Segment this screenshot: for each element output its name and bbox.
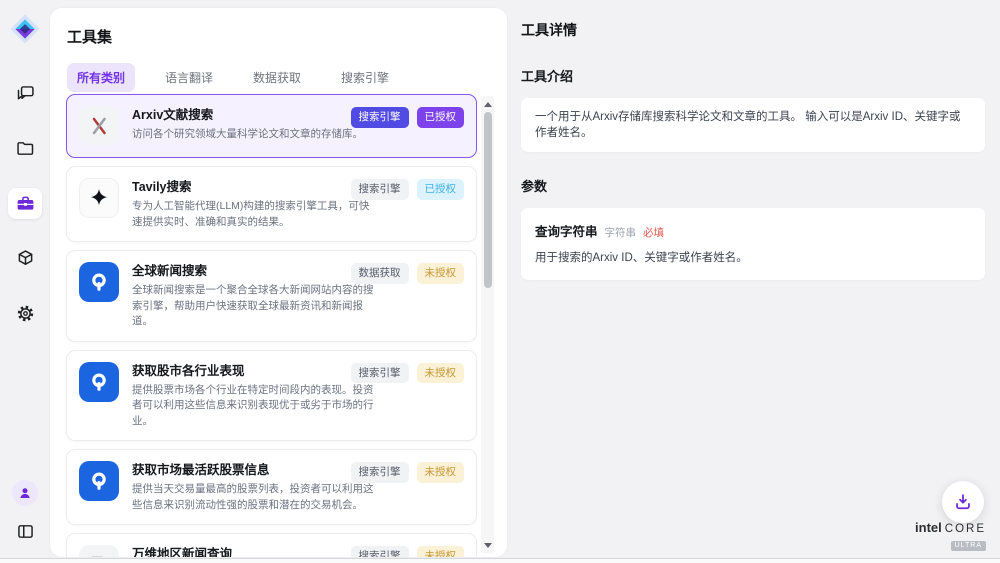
tool-description: 访问各个研究领域大量科学论文和文章的存储库。 xyxy=(132,127,363,143)
core-word: CORE xyxy=(945,524,986,536)
tools-panel: 工具集 所有类别 语言翻译 数据获取 搜索引擎 Arxiv文献搜索 访问各个研究… xyxy=(50,8,507,557)
tool-name: 获取市场最活跃股票信息 xyxy=(132,462,378,479)
tab-search-engine[interactable]: 搜索引擎 xyxy=(331,63,399,92)
folder-icon xyxy=(15,138,36,159)
tab-data-acquisition[interactable]: 数据获取 xyxy=(243,63,311,92)
parameter-header: 查询字符串 字符串 必填 xyxy=(535,221,971,240)
tool-card-tavily[interactable]: Tavily搜索 专为人工智能代理(LLM)构建的搜索引擎工具，可快速提供实时、… xyxy=(66,166,477,242)
details-title: 工具详情 xyxy=(521,20,985,40)
tool-text: 全球新闻搜索 全球新闻搜索是一个聚合全球各大新闻网站内容的搜索引擎，帮助用户快速… xyxy=(132,262,378,330)
person-icon xyxy=(17,485,33,501)
intel-core-logo: intel CORE ULTRA xyxy=(915,521,986,552)
tool-name: Arxiv文献搜索 xyxy=(132,107,363,124)
tool-description: 提供当天交易量最高的股票列表，投资者可以利用这些信息来识别流动性强的股票和潜在的… xyxy=(132,482,378,513)
parameter-name: 查询字符串 xyxy=(535,221,598,240)
tab-language-translation[interactable]: 语言翻译 xyxy=(155,63,223,92)
category-badge: 搜索引擎 xyxy=(351,546,409,557)
category-badge: 搜索引擎 xyxy=(351,462,409,483)
parameter-card: 查询字符串 字符串 必填 用于搜索的Arxiv ID、关键字或作者姓名。 xyxy=(521,208,985,280)
tool-badges: 搜索引擎 未授权 xyxy=(351,462,465,483)
tool-text: 获取市场最活跃股票信息 提供当天交易量最高的股票列表，投资者可以利用这些信息来识… xyxy=(132,461,378,513)
window-bottom-strip xyxy=(0,559,1000,563)
ultra-badge: ULTRA xyxy=(951,541,986,551)
tool-description: 提供股票市场各个行业在特定时间段内的表现。投资者可以利用这些信息来识别表现优于或… xyxy=(132,383,378,430)
tool-name: Tavily搜索 xyxy=(132,179,378,196)
tool-badges: 搜索引擎 未授权 xyxy=(351,546,465,557)
auth-status-badge: 未授权 xyxy=(417,462,465,483)
intro-heading: 工具介绍 xyxy=(521,66,985,85)
left-rail xyxy=(0,0,50,563)
tool-text: 万维地区新闻查询 查询具体行政区划内的新闻，快速了解各地新闻动态。 xyxy=(132,545,378,557)
chat-icon xyxy=(15,83,36,104)
toolbox-icon xyxy=(15,193,36,214)
tool-text: Tavily搜索 专为人工智能代理(LLM)构建的搜索引擎工具，可快速提供实时、… xyxy=(132,178,378,230)
tool-badges: 搜索引擎 已授权 xyxy=(351,179,465,200)
auth-status-badge: 未授权 xyxy=(417,546,465,557)
tool-badges: 数据获取 未授权 xyxy=(351,263,465,284)
rail-nav xyxy=(0,78,50,329)
tool-card-active-stocks[interactable]: 获取市场最活跃股票信息 提供当天交易量最高的股票列表，投资者可以利用这些信息来识… xyxy=(66,449,477,525)
tab-all-categories[interactable]: 所有类别 xyxy=(67,63,135,92)
files-nav-button[interactable] xyxy=(8,133,42,164)
category-tabs: 所有类别 语言翻译 数据获取 搜索引擎 xyxy=(67,63,399,92)
tool-text: 获取股市各行业表现 提供股票市场各个行业在特定时间段内的表现。投资者可以利用这些… xyxy=(132,362,378,430)
download-button[interactable] xyxy=(942,481,984,523)
tool-badges: 搜索引擎 已授权 xyxy=(351,107,465,128)
intel-word: intel xyxy=(915,521,942,534)
intro-box: 一个用于从Arxiv存储库搜索科学论文和文章的工具。 输入可以是Arxiv ID… xyxy=(521,98,985,152)
rail-bottom xyxy=(0,480,50,547)
auth-status-badge: 未授权 xyxy=(417,263,465,284)
tool-name: 万维地区新闻查询 xyxy=(132,546,378,557)
download-icon xyxy=(952,491,974,513)
q-logo-icon xyxy=(79,362,119,402)
tool-card-arxiv[interactable]: Arxiv文献搜索 访问各个研究领域大量科学论文和文章的存储库。 搜索引擎 已授… xyxy=(66,94,477,158)
category-badge: 搜索引擎 xyxy=(351,363,409,384)
scroll-down-arrow-icon[interactable] xyxy=(481,539,494,551)
layout-panel-icon xyxy=(15,521,36,542)
category-badge: 搜索引擎 xyxy=(351,107,409,128)
tool-card-regional-news[interactable]: 万维地区新闻查询 查询具体行政区划内的新闻，快速了解各地新闻动态。 搜索引擎 未… xyxy=(66,533,477,557)
gear-icon xyxy=(15,303,36,324)
tool-text: Arxiv文献搜索 访问各个研究领域大量科学论文和文章的存储库。 xyxy=(132,106,363,146)
tools-nav-button[interactable] xyxy=(8,188,42,219)
category-badge: 数据获取 xyxy=(351,263,409,284)
scroll-up-arrow-icon[interactable] xyxy=(481,98,494,110)
sparkle-icon xyxy=(79,178,119,218)
diamond-logo-icon xyxy=(10,14,40,44)
account-button[interactable] xyxy=(12,480,38,506)
tool-description: 全球新闻搜索是一个聚合全球各大新闻网站内容的搜索引擎，帮助用户快速获取全球最新资… xyxy=(132,283,378,330)
parameter-type: 字符串 xyxy=(605,225,637,240)
q-logo-icon xyxy=(79,262,119,302)
settings-nav-button[interactable] xyxy=(8,298,42,329)
tool-details-panel: 工具详情 工具介绍 一个用于从Arxiv存储库搜索科学论文和文章的工具。 输入可… xyxy=(507,0,1000,563)
auth-status-badge: 已授权 xyxy=(417,107,465,128)
params-heading: 参数 xyxy=(521,176,985,195)
tool-description: 专为人工智能代理(LLM)构建的搜索引擎工具，可快速提供实时、准确和真实的结果。 xyxy=(132,199,378,230)
tool-list: Arxiv文献搜索 访问各个研究领域大量科学论文和文章的存储库。 搜索引擎 已授… xyxy=(66,94,477,557)
app-logo[interactable] xyxy=(10,14,40,44)
page-title: 工具集 xyxy=(67,26,112,47)
tool-name: 获取股市各行业表现 xyxy=(132,363,378,380)
arxiv-icon xyxy=(79,106,119,146)
cube-icon xyxy=(15,248,36,269)
parameter-description: 用于搜索的Arxiv ID、关键字或作者姓名。 xyxy=(535,249,971,265)
tool-card-global-news[interactable]: 全球新闻搜索 全球新闻搜索是一个聚合全球各大新闻网站内容的搜索引擎，帮助用户快速… xyxy=(66,250,477,342)
panel-toggle-button[interactable] xyxy=(8,516,42,547)
category-badge: 搜索引擎 xyxy=(351,179,409,200)
models-nav-button[interactable] xyxy=(8,243,42,274)
intro-text: 一个用于从Arxiv存储库搜索科学论文和文章的工具。 输入可以是Arxiv ID… xyxy=(535,111,961,139)
tool-list-scrollbar[interactable] xyxy=(481,96,494,553)
q-logo-icon xyxy=(79,461,119,501)
chat-nav-button[interactable] xyxy=(8,78,42,109)
tool-badges: 搜索引擎 未授权 xyxy=(351,363,465,384)
auth-status-badge: 已授权 xyxy=(417,179,465,200)
tool-card-stock-sectors[interactable]: 获取股市各行业表现 提供股票市场各个行业在特定时间段内的表现。投资者可以利用这些… xyxy=(66,350,477,442)
tool-name: 全球新闻搜索 xyxy=(132,263,378,280)
scrollbar-thumb[interactable] xyxy=(484,112,492,288)
parameter-required-flag: 必填 xyxy=(643,225,664,240)
newspaper-icon xyxy=(79,545,119,557)
auth-status-badge: 未授权 xyxy=(417,363,465,384)
